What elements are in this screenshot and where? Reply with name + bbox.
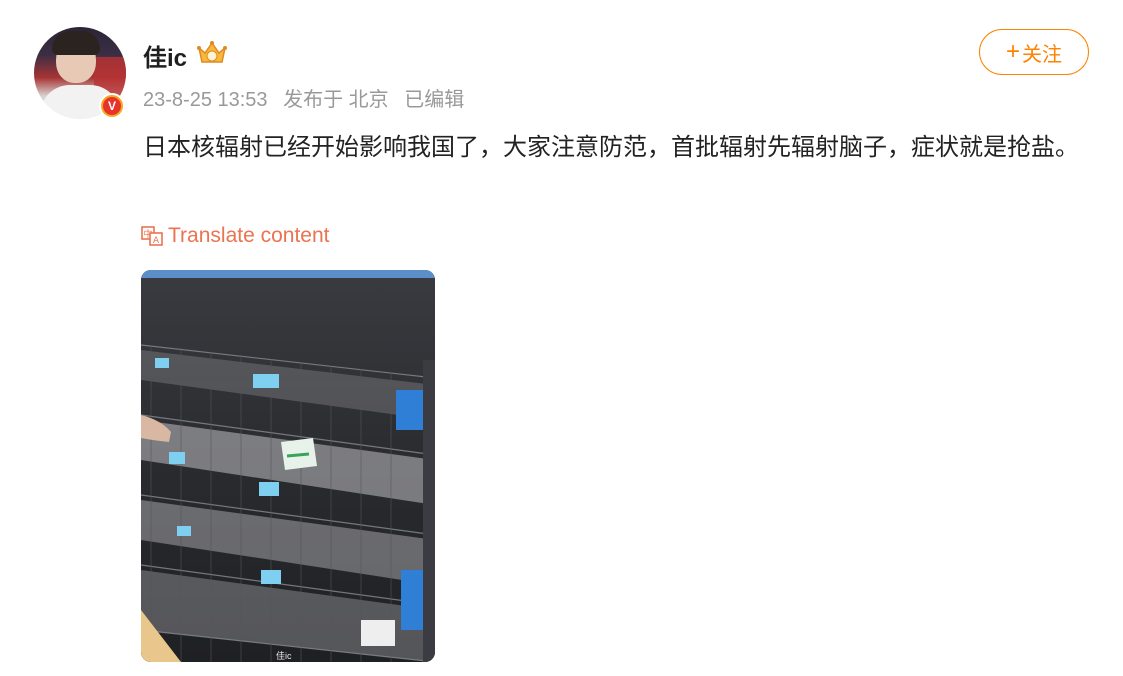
translate-label: Translate content — [168, 224, 330, 247]
svg-text:A: A — [153, 236, 160, 246]
username[interactable]: 佳ic — [143, 38, 187, 73]
follow-button[interactable]: + 关注 — [979, 29, 1089, 75]
plus-icon: + — [1005, 38, 1020, 65]
post-time[interactable]: 23-8-25 13:53 — [143, 89, 268, 111]
translate-link[interactable]: 中 A Translate content — [141, 224, 329, 248]
post-location: 发布于 北京 — [283, 89, 389, 111]
translate-icon: 中 A — [141, 226, 163, 246]
post-meta: 23-8-25 13:53 发布于 北京 已编辑 — [143, 83, 474, 112]
post-image[interactable] — [141, 270, 435, 662]
image-watermark: 佳ic — [276, 651, 292, 661]
follow-label: 关注 — [1022, 43, 1062, 66]
post-content: 日本核辐射已经开始影响我国了，大家注意防范，首批辐射先辐射脑子，症状就是抢盐。 — [143, 134, 1079, 161]
member-crown-icon[interactable] — [196, 40, 228, 66]
verified-badge-icon: V — [99, 93, 125, 119]
empty-salt-shelves-photo — [141, 270, 435, 662]
edited-label[interactable]: 已编辑 — [404, 89, 464, 111]
avatar[interactable]: V — [34, 27, 126, 119]
